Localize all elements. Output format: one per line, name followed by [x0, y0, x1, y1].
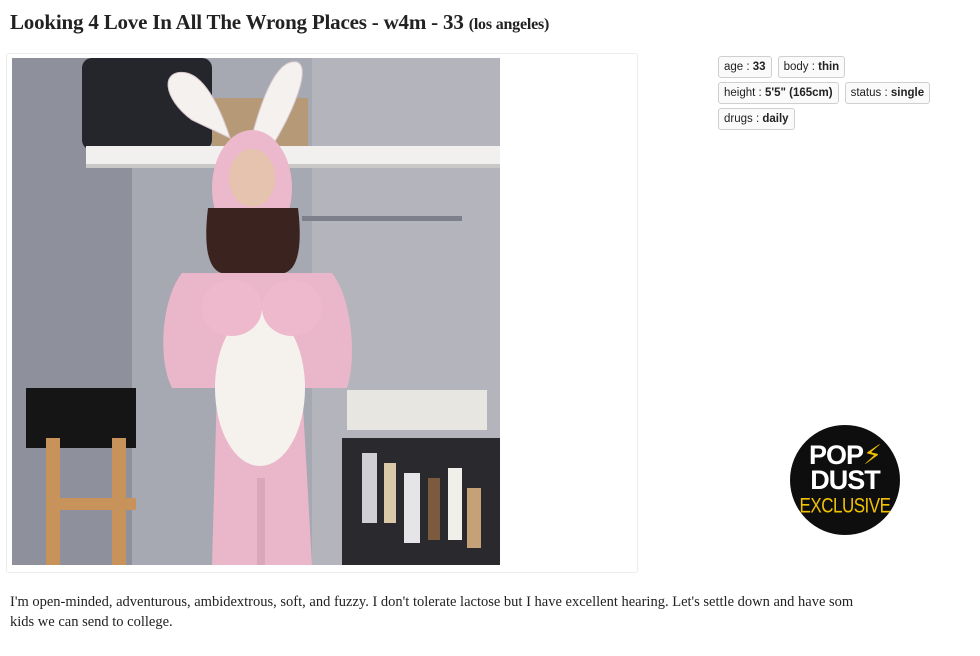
- attribute-status: status : single: [844, 82, 931, 104]
- attribute-row: drugs : daily: [718, 108, 978, 130]
- attribute-row: height : 5'5" (165cm) status : single: [718, 82, 978, 104]
- badge-line-dust: DUST: [810, 465, 881, 495]
- posting-title-text: Looking 4 Love In All The Wrong Places -…: [10, 10, 464, 34]
- attribute-list: age : 33 body : thin height : 5'5" (165c…: [718, 56, 978, 134]
- attribute-value: thin: [818, 61, 840, 73]
- bunny-costume-photo: [12, 58, 500, 565]
- attribute-value: single: [890, 87, 925, 99]
- attribute-key: status :: [850, 87, 888, 99]
- attribute-key: drugs :: [724, 113, 760, 125]
- attribute-row: age : 33 body : thin: [718, 56, 978, 78]
- attribute-value: 33: [752, 61, 766, 73]
- attribute-value: daily: [762, 113, 789, 125]
- attribute-key: height :: [724, 87, 762, 99]
- posting-body-line: I'm open-minded, adventurous, ambidextro…: [10, 594, 854, 610]
- posting-body-line: kids we can send to college.: [10, 614, 173, 630]
- posting-body: I'm open-minded, adventurous, ambidextro…: [10, 592, 980, 632]
- popdust-exclusive-badge: POP⚡ DUST EXCLUSIVE: [790, 425, 900, 535]
- attribute-height: height : 5'5" (165cm): [718, 82, 839, 104]
- attribute-body: body : thin: [777, 56, 846, 78]
- attribute-key: age :: [724, 61, 750, 73]
- attribute-key: body :: [783, 61, 815, 73]
- posting-photo[interactable]: [12, 58, 500, 565]
- attribute-drugs: drugs : daily: [718, 108, 795, 130]
- posting-title: Looking 4 Love In All The Wrong Places -…: [10, 10, 549, 35]
- attribute-age: age : 33: [718, 56, 772, 78]
- attribute-value: 5'5" (165cm): [764, 87, 833, 99]
- posting-location: (los angeles): [468, 16, 550, 33]
- badge-line-exclusive: EXCLUSIVE: [799, 493, 891, 518]
